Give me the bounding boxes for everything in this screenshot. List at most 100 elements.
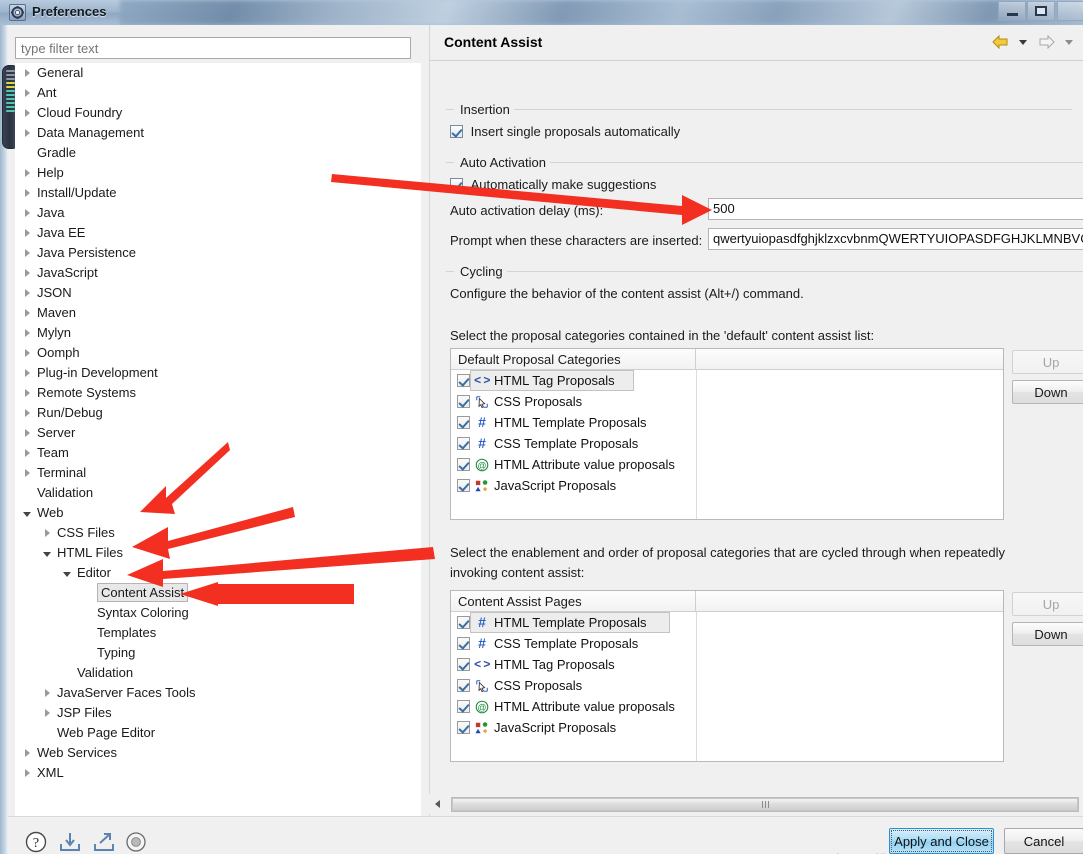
tree-item-javascript[interactable]: JavaScript [15, 263, 421, 283]
tree-item-terminal[interactable]: Terminal [15, 463, 421, 483]
minimize-button[interactable] [998, 1, 1026, 21]
list-item-checkbox[interactable] [457, 679, 470, 692]
list-item-checkbox[interactable] [457, 395, 470, 408]
tree-expander-open-icon[interactable] [21, 503, 33, 523]
insert-single-proposals-checkbox[interactable] [450, 125, 463, 138]
list-item[interactable]: CSS Proposals [451, 391, 1003, 412]
tree-item-validation[interactable]: Validation [15, 663, 421, 683]
tree-expander-closed-icon[interactable] [41, 523, 53, 543]
tree-item-mylyn[interactable]: Mylyn [15, 323, 421, 343]
list-item[interactable]: # HTML Template Proposals [451, 412, 1003, 433]
tree-item-gradle[interactable]: Gradle [15, 143, 421, 163]
list-item[interactable]: JavaScript Proposals [451, 475, 1003, 496]
tree-expander-closed-icon[interactable] [21, 323, 33, 343]
tree-item-java-persistence[interactable]: Java Persistence [15, 243, 421, 263]
tree-expander-closed-icon[interactable] [21, 183, 33, 203]
tree-item-templates[interactable]: Templates [15, 623, 421, 643]
list-item-checkbox[interactable] [457, 437, 470, 450]
list-item-checkbox[interactable] [457, 721, 470, 734]
tree-item-team[interactable]: Team [15, 443, 421, 463]
forward-dropdown-icon[interactable] [1059, 33, 1079, 51]
back-arrow-icon[interactable] [990, 33, 1010, 51]
tree-expander-closed-icon[interactable] [21, 383, 33, 403]
list-item-checkbox[interactable] [457, 479, 470, 492]
list-item[interactable]: < > HTML Tag Proposals [451, 654, 1003, 675]
tree-item-remote-systems[interactable]: Remote Systems [15, 383, 421, 403]
list-item[interactable]: < > HTML Tag Proposals [451, 370, 1003, 391]
tree-expander-closed-icon[interactable] [21, 243, 33, 263]
tree-item-data-management[interactable]: Data Management [15, 123, 421, 143]
tree-expander-closed-icon[interactable] [41, 703, 53, 723]
list-item-checkbox[interactable] [457, 637, 470, 650]
filter-input[interactable] [15, 37, 411, 59]
forward-arrow-icon[interactable] [1036, 33, 1056, 51]
auto-activation-delay-input[interactable]: 500 [708, 198, 1083, 220]
tree-expander-closed-icon[interactable] [21, 83, 33, 103]
tree-expander-closed-icon[interactable] [21, 163, 33, 183]
list-item[interactable]: # CSS Template Proposals [451, 433, 1003, 454]
tree-item-editor[interactable]: Editor [15, 563, 421, 583]
tree-item-install-update[interactable]: Install/Update [15, 183, 421, 203]
help-question-icon[interactable]: ? [24, 830, 48, 854]
list-item-checkbox[interactable] [457, 700, 470, 713]
tree-expander-closed-icon[interactable] [21, 203, 33, 223]
tree-item-plug-in-development[interactable]: Plug-in Development [15, 363, 421, 383]
tree-expander-closed-icon[interactable] [21, 223, 33, 243]
tree-item-oomph[interactable]: Oomph [15, 343, 421, 363]
tree-expander-closed-icon[interactable] [21, 63, 33, 83]
tree-item-cloud-foundry[interactable]: Cloud Foundry [15, 103, 421, 123]
default-proposal-categories-list[interactable]: Default Proposal Categories < > HTML Tag … [450, 348, 1004, 520]
tree-expander-closed-icon[interactable] [21, 123, 33, 143]
tree-item-syntax-coloring[interactable]: Syntax Coloring [15, 603, 421, 623]
cycle-list-up-button[interactable]: Up [1012, 592, 1083, 616]
list-item-checkbox[interactable] [457, 658, 470, 671]
back-dropdown-icon[interactable] [1013, 33, 1033, 51]
tree-expander-closed-icon[interactable] [21, 103, 33, 123]
default-list-down-button[interactable]: Down [1012, 380, 1083, 404]
tree-expander-closed-icon[interactable] [21, 403, 33, 423]
list-item[interactable]: # HTML Template Proposals [451, 612, 1003, 633]
tree-expander-open-icon[interactable] [61, 563, 73, 583]
hscroll-track[interactable] [451, 797, 1079, 812]
tree-item-maven[interactable]: Maven [15, 303, 421, 323]
tree-item-jsp-files[interactable]: JSP Files [15, 703, 421, 723]
tree-item-content-assist[interactable]: Content Assist [15, 583, 421, 603]
tree-expander-closed-icon[interactable] [21, 763, 33, 783]
tree-expander-closed-icon[interactable] [21, 283, 33, 303]
tree-item-run-debug[interactable]: Run/Debug [15, 403, 421, 423]
tree-expander-open-icon[interactable] [41, 543, 53, 563]
tree-expander-closed-icon[interactable] [41, 683, 53, 703]
tree-item-java-ee[interactable]: Java EE [15, 223, 421, 243]
cycle-list-down-button[interactable]: Down [1012, 622, 1083, 646]
hscroll-thumb[interactable] [452, 798, 1078, 811]
tree-expander-closed-icon[interactable] [21, 443, 33, 463]
tree-item-html-files[interactable]: HTML Files [15, 543, 421, 563]
content-assist-pages-list[interactable]: Content Assist Pages # HTML Template Prop… [450, 590, 1004, 762]
tree-expander-closed-icon[interactable] [21, 263, 33, 283]
tree-item-json[interactable]: JSON [15, 283, 421, 303]
horizontal-scrollbar[interactable] [429, 794, 1083, 814]
auto-suggestions-row[interactable]: Automatically make suggestions [450, 177, 656, 192]
tree-item-ant[interactable]: Ant [15, 83, 421, 103]
tree-expander-closed-icon[interactable] [21, 363, 33, 383]
list-item-checkbox[interactable] [457, 616, 470, 629]
export-icon[interactable] [92, 830, 116, 854]
tree-item-css-files[interactable]: CSS Files [15, 523, 421, 543]
cycle-list-column-header[interactable]: Content Assist Pages [451, 591, 696, 612]
tree-item-general[interactable]: General [15, 63, 421, 83]
restore-defaults-icon[interactable] [124, 830, 148, 854]
tree-item-java[interactable]: Java [15, 203, 421, 223]
tree-item-web[interactable]: Web [15, 503, 421, 523]
prompt-characters-input[interactable]: qwertyuiopasdfghjklzxcvbnmQWERTYUIOPASDF… [708, 228, 1083, 250]
tree-item-web-services[interactable]: Web Services [15, 743, 421, 763]
list-item[interactable]: @ HTML Attribute value proposals [451, 454, 1003, 475]
window-extra-button[interactable] [1057, 1, 1083, 21]
tree-item-validation[interactable]: Validation [15, 483, 421, 503]
tree-item-typing[interactable]: Typing [15, 643, 421, 663]
scrollbar-thumb[interactable] [6, 70, 15, 144]
cycle-list-rows[interactable]: # HTML Template Proposals # CSS Template Pr… [451, 612, 1003, 738]
list-item-checkbox[interactable] [457, 416, 470, 429]
list-item[interactable]: # CSS Template Proposals [451, 633, 1003, 654]
tree-item-web-page-editor[interactable]: Web Page Editor [15, 723, 421, 743]
tree-expander-closed-icon[interactable] [21, 463, 33, 483]
